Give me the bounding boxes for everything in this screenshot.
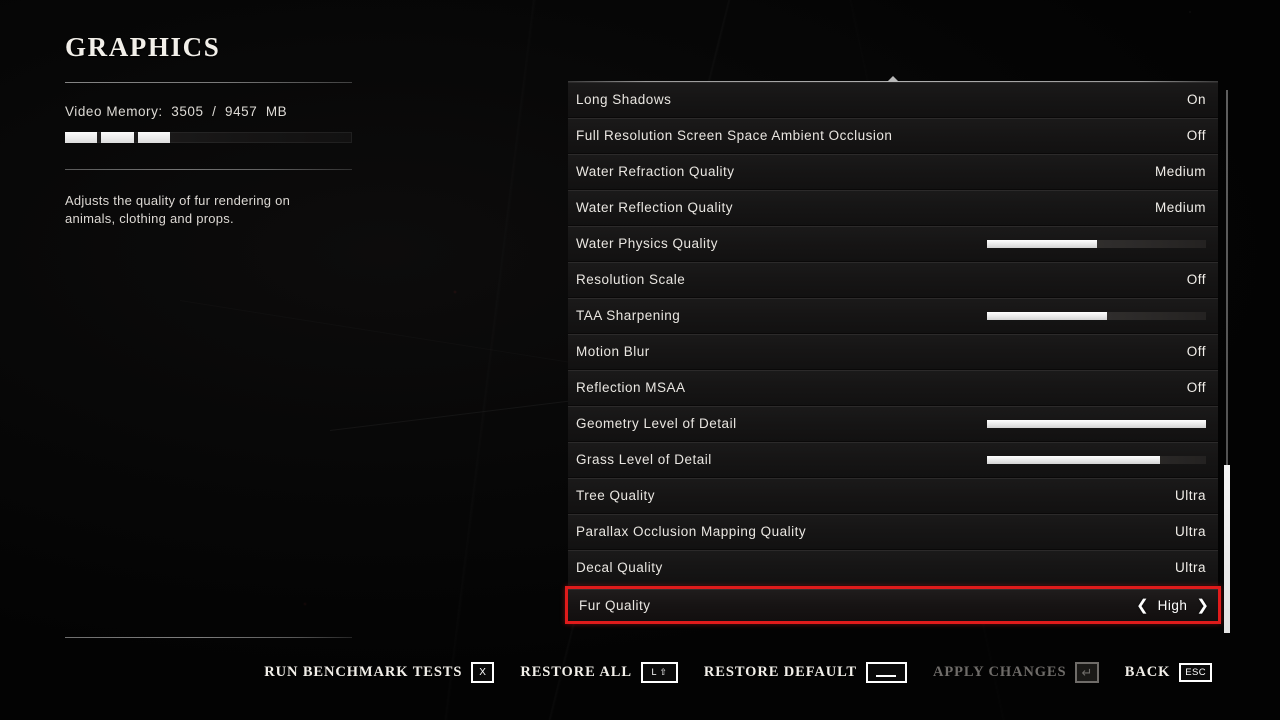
key-hint-esc-icon: ESC — [1179, 662, 1212, 682]
setting-value: Off — [1186, 272, 1206, 287]
setting-label: Grass Level of Detail — [576, 452, 712, 467]
video-memory-label: Video Memory: 3505 / 9457 MB — [65, 104, 288, 119]
setting-slider[interactable] — [987, 455, 1206, 464]
action-label: Restore Default — [703, 663, 857, 680]
setting-label: Water Reflection Quality — [576, 200, 734, 215]
setting-label: Water Refraction Quality — [576, 164, 735, 179]
setting-stepper: ❮ High ❯ — [1136, 598, 1209, 613]
video-memory-segment — [247, 132, 279, 143]
setting-label: Full Resolution Screen Space Ambient Occ… — [576, 128, 893, 143]
video-memory-segment — [211, 132, 243, 143]
enter-glyph: ↵ — [1081, 664, 1093, 680]
setting-value: Off — [1186, 128, 1206, 143]
action-label: Back — [1124, 663, 1171, 680]
slider-fill — [987, 419, 1206, 428]
key-hint-spacebar-icon — [865, 661, 907, 683]
setting-row[interactable]: Resolution Scale Off — [568, 262, 1218, 298]
chevron-left-icon[interactable]: ❮ — [1136, 598, 1149, 613]
action-label: Run Benchmark Tests — [264, 663, 463, 680]
setting-row[interactable]: Grass Level of Detail — [568, 442, 1218, 478]
key-hint-enter-icon: ↵ — [1075, 661, 1099, 683]
scrollbar-thumb[interactable] — [1224, 465, 1230, 633]
setting-row[interactable]: Geometry Level of Detail — [568, 406, 1218, 442]
setting-slider[interactable] — [987, 419, 1206, 428]
setting-row[interactable]: Long Shadows On — [568, 82, 1218, 118]
setting-row[interactable]: Water Refraction Quality Medium — [568, 154, 1218, 190]
slider-fill — [987, 239, 1097, 248]
key-hint-x-icon: X — [471, 661, 495, 683]
key-hint-left-shift-icon: L ⇧ — [640, 661, 678, 683]
setting-row-selected[interactable]: Fur Quality ❮ High ❯ — [565, 586, 1221, 624]
action-restore-default[interactable]: Restore Default — [703, 661, 907, 683]
action-back[interactable]: Back ESC — [1124, 662, 1212, 682]
action-label: Restore All — [520, 663, 632, 680]
setting-label: Long Shadows — [576, 92, 672, 107]
settings-panel: Long Shadows On Full Resolution Screen Spa… — [565, 76, 1221, 624]
setting-value: Off — [1186, 380, 1206, 395]
video-memory-segment — [320, 132, 352, 143]
setting-row[interactable]: Water Physics Quality — [568, 226, 1218, 262]
setting-label: Water Physics Quality — [576, 236, 719, 251]
setting-row[interactable]: Parallax Occlusion Mapping Quality Ultra — [568, 514, 1218, 550]
setting-label: Parallax Occlusion Mapping Quality — [576, 524, 807, 539]
setting-label: Geometry Level of Detail — [576, 416, 737, 431]
action-run-benchmark-tests[interactable]: Run Benchmark Tests X — [264, 661, 495, 683]
setting-value: Medium — [1154, 164, 1206, 179]
setting-row[interactable]: Reflection MSAA Off — [568, 370, 1218, 406]
video-memory-segment — [101, 132, 134, 143]
video-memory-bar — [65, 132, 352, 143]
setting-label: Reflection MSAA — [576, 380, 686, 395]
title-divider — [65, 82, 352, 83]
action-restore-all[interactable]: Restore All L ⇧ — [520, 661, 678, 683]
setting-value: Ultra — [1174, 524, 1206, 539]
info-panel: GRAPHICS Video Memory: 3505 / 9457 MB Ad… — [65, 32, 352, 228]
setting-value: Ultra — [1174, 560, 1206, 575]
video-memory-segment — [174, 132, 206, 143]
action-apply-changes: Apply Changes ↵ — [932, 661, 1099, 683]
setting-row[interactable]: Motion Blur Off — [568, 334, 1218, 370]
setting-value: High — [1157, 597, 1188, 613]
setting-row[interactable]: Decal Quality Ultra — [568, 550, 1218, 586]
setting-value: On — [1186, 92, 1206, 107]
setting-value: Ultra — [1174, 488, 1206, 503]
video-memory-segment — [65, 132, 98, 143]
setting-slider[interactable] — [987, 311, 1206, 320]
setting-value: Off — [1186, 344, 1206, 359]
graphics-settings-screen: GRAPHICS Video Memory: 3505 / 9457 MB Ad… — [0, 0, 1280, 720]
setting-label: Tree Quality — [576, 488, 656, 503]
setting-slider[interactable] — [987, 239, 1206, 248]
setting-row[interactable]: Tree Quality Ultra — [568, 478, 1218, 514]
slider-fill — [987, 311, 1108, 320]
spacebar-glyph — [876, 674, 897, 677]
setting-label: Fur Quality — [579, 597, 651, 613]
video-memory-segment — [137, 132, 171, 143]
setting-label: Decal Quality — [576, 560, 663, 575]
left-panel-bottom-divider — [65, 637, 352, 638]
chevron-right-icon[interactable]: ❯ — [1196, 598, 1209, 613]
slider-fill — [987, 455, 1160, 464]
settings-list: Long Shadows On Full Resolution Screen Spa… — [565, 82, 1221, 624]
info-divider — [65, 169, 352, 170]
setting-description: Adjusts the quality of fur rendering on … — [65, 193, 291, 226]
setting-label: Motion Blur — [576, 344, 650, 359]
setting-row[interactable]: Water Reflection Quality Medium — [568, 190, 1218, 226]
setting-value: Medium — [1154, 200, 1206, 215]
setting-label: TAA Sharpening — [576, 308, 681, 323]
setting-row[interactable]: TAA Sharpening — [568, 298, 1218, 334]
video-memory-segment — [283, 132, 315, 143]
setting-label: Resolution Scale — [576, 272, 686, 287]
action-bar: Run Benchmark Tests X Restore All L ⇧ Restor… — [0, 655, 1280, 689]
action-label: Apply Changes — [932, 663, 1067, 680]
page-title: GRAPHICS — [65, 32, 221, 62]
setting-row[interactable]: Full Resolution Screen Space Ambient Occ… — [568, 118, 1218, 154]
